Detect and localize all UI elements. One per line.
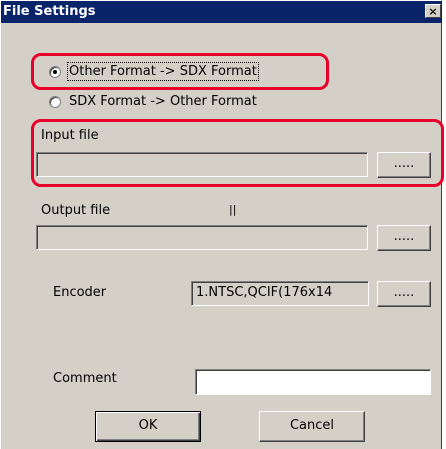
ok-button[interactable]: OK [95,411,201,442]
window-title: File Settings [3,4,96,19]
input-file-field[interactable] [36,152,368,177]
encoder-field[interactable]: 1.NTSC,QCIF(176x14 [191,281,369,306]
radio-other-to-sdx-label: Other Format -> SDX Format [67,62,259,81]
encoder-label: Encoder [53,285,107,300]
radio-unchecked-icon [49,95,61,108]
output-file-label: Output file [41,203,111,218]
cancel-button[interactable]: Cancel [259,411,365,442]
marker-text: || [229,203,237,216]
encoder-browse-button[interactable]: ..... [377,281,431,307]
close-icon: × [428,5,438,18]
output-file-browse-button[interactable]: ..... [377,225,431,251]
input-file-label: Input file [41,128,99,143]
output-file-field[interactable] [36,225,368,250]
radio-sdx-to-other-label: SDX Format -> Other Format [69,94,257,109]
file-settings-dialog: File Settings × Other Format -> SDX Form… [0,0,444,449]
radio-sdx-to-other[interactable]: SDX Format -> Other Format [49,94,257,109]
comment-label: Comment [53,371,117,386]
close-button[interactable]: × [425,4,441,18]
comment-input[interactable] [195,369,431,395]
radio-other-to-sdx[interactable]: Other Format -> SDX Format [49,62,259,81]
radio-checked-icon [49,65,61,78]
input-file-browse-button[interactable]: ..... [377,152,431,178]
title-bar[interactable]: File Settings × [1,1,442,23]
